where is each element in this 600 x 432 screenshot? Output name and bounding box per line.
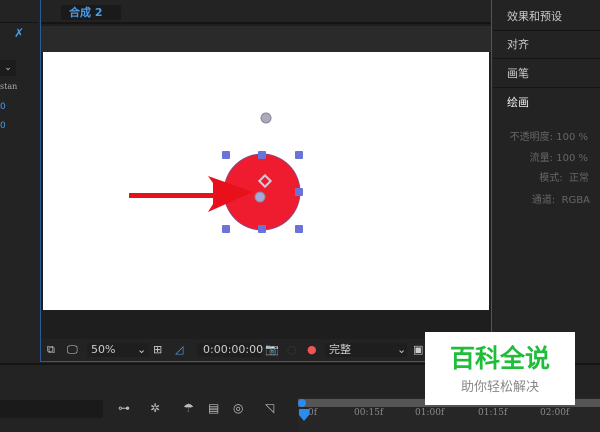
time-tick: 02:00f bbox=[540, 408, 570, 418]
viewer-header bbox=[41, 26, 491, 52]
chevron-down-icon[interactable]: ⌄ bbox=[137, 343, 146, 357]
panel-paint[interactable]: 绘画 bbox=[493, 89, 600, 117]
transform-handle[interactable] bbox=[258, 151, 266, 159]
snapshot-icon[interactable]: ◌ bbox=[287, 343, 297, 357]
panel-brush[interactable]: 画笔 bbox=[493, 60, 600, 88]
panel-effects-presets[interactable]: 效果和预设 bbox=[493, 3, 600, 31]
playhead[interactable] bbox=[299, 409, 309, 421]
motion-blur-icon[interactable]: ◎ bbox=[233, 401, 243, 415]
grid-icon[interactable]: ⊞ bbox=[153, 343, 162, 357]
composition-panel: 合成 2 ⧉ 🖵 50% ⌄ ⊞ ◿ 0:00:00:00 📷 ◌ ● 完整 ⌄… bbox=[40, 0, 492, 362]
left-panel: ✗ ⌄ stan 0 0 bbox=[0, 0, 38, 362]
watermark-title: 百科全说 bbox=[449, 344, 550, 373]
mode-value[interactable]: 正常 bbox=[569, 173, 589, 184]
transform-handle[interactable] bbox=[295, 225, 303, 233]
flow-label: 流量: bbox=[529, 153, 554, 164]
channel-label: 通道: bbox=[531, 195, 556, 206]
watermark: 百科全说 助你轻松解决 bbox=[425, 332, 575, 405]
resolution-select[interactable]: 完整 bbox=[325, 343, 407, 357]
chevron-down-icon[interactable]: ⌄ bbox=[397, 343, 406, 357]
time-tick: 00:15f bbox=[354, 408, 384, 418]
frame-blending-icon[interactable]: ▤ bbox=[208, 401, 219, 415]
preview-icon[interactable]: ⧉ bbox=[47, 343, 55, 357]
opacity-label: 不透明度: bbox=[509, 132, 554, 143]
draft-3d-icon[interactable]: ✲ bbox=[150, 401, 160, 415]
camera-icon[interactable]: 📷 bbox=[265, 343, 279, 357]
property-label: stan bbox=[0, 82, 18, 91]
time-tick: 01:00f bbox=[415, 408, 445, 418]
channel-value[interactable]: RGBA bbox=[562, 195, 590, 206]
timecode[interactable]: 0:00:00:00 bbox=[197, 343, 263, 357]
tab-composition[interactable]: 合成 2 bbox=[61, 5, 121, 20]
flowchart-icon[interactable]: ⊶ bbox=[118, 401, 130, 415]
mode-label: 模式: bbox=[539, 173, 563, 184]
chevron-down-icon[interactable]: ⌄ bbox=[0, 60, 16, 76]
shy-layers-icon[interactable]: ☂ bbox=[183, 401, 194, 415]
color-channel-icon[interactable]: ● bbox=[307, 343, 317, 357]
anchor-point-icon[interactable] bbox=[260, 112, 272, 124]
transform-handle[interactable] bbox=[295, 188, 303, 196]
time-tick: 01:15f bbox=[478, 408, 508, 418]
right-panel: 效果和预设 对齐 画笔 绘画 不透明度: 100 % 流量: 100 % 模式:… bbox=[493, 0, 600, 362]
property-value[interactable]: 0 bbox=[0, 121, 6, 131]
panel-align[interactable]: 对齐 bbox=[493, 31, 600, 59]
layer-search-input[interactable] bbox=[0, 400, 103, 418]
divider bbox=[0, 22, 38, 23]
property-value[interactable]: 0 bbox=[0, 102, 6, 112]
graph-editor-icon[interactable]: ◹ bbox=[265, 401, 274, 415]
canvas-graphics bbox=[129, 112, 301, 231]
transform-handle[interactable] bbox=[222, 225, 230, 233]
tab-bar: 合成 2 bbox=[41, 0, 491, 24]
viewer-toolbar: ⧉ 🖵 50% ⌄ ⊞ ◿ 0:00:00:00 📷 ◌ ● 完整 ⌄ ▣ bbox=[41, 339, 491, 361]
transform-handle[interactable] bbox=[222, 151, 230, 159]
composition-canvas[interactable] bbox=[43, 52, 489, 310]
monitor-icon[interactable]: 🖵 bbox=[67, 343, 78, 357]
transform-handle[interactable] bbox=[258, 225, 266, 233]
watermark-subtitle: 助你轻松解决 bbox=[460, 380, 539, 395]
flow-value[interactable]: 100 % bbox=[556, 153, 588, 164]
work-area-start-handle[interactable] bbox=[298, 399, 306, 407]
mask-icon[interactable]: ◿ bbox=[175, 343, 183, 357]
transform-handle[interactable] bbox=[295, 151, 303, 159]
time-tick: 0f bbox=[308, 408, 318, 418]
region-icon[interactable]: ▣ bbox=[413, 343, 423, 357]
anchor-point-icon[interactable] bbox=[254, 191, 266, 203]
tool-icon[interactable]: ✗ bbox=[14, 26, 24, 40]
opacity-value[interactable]: 100 % bbox=[556, 132, 588, 143]
